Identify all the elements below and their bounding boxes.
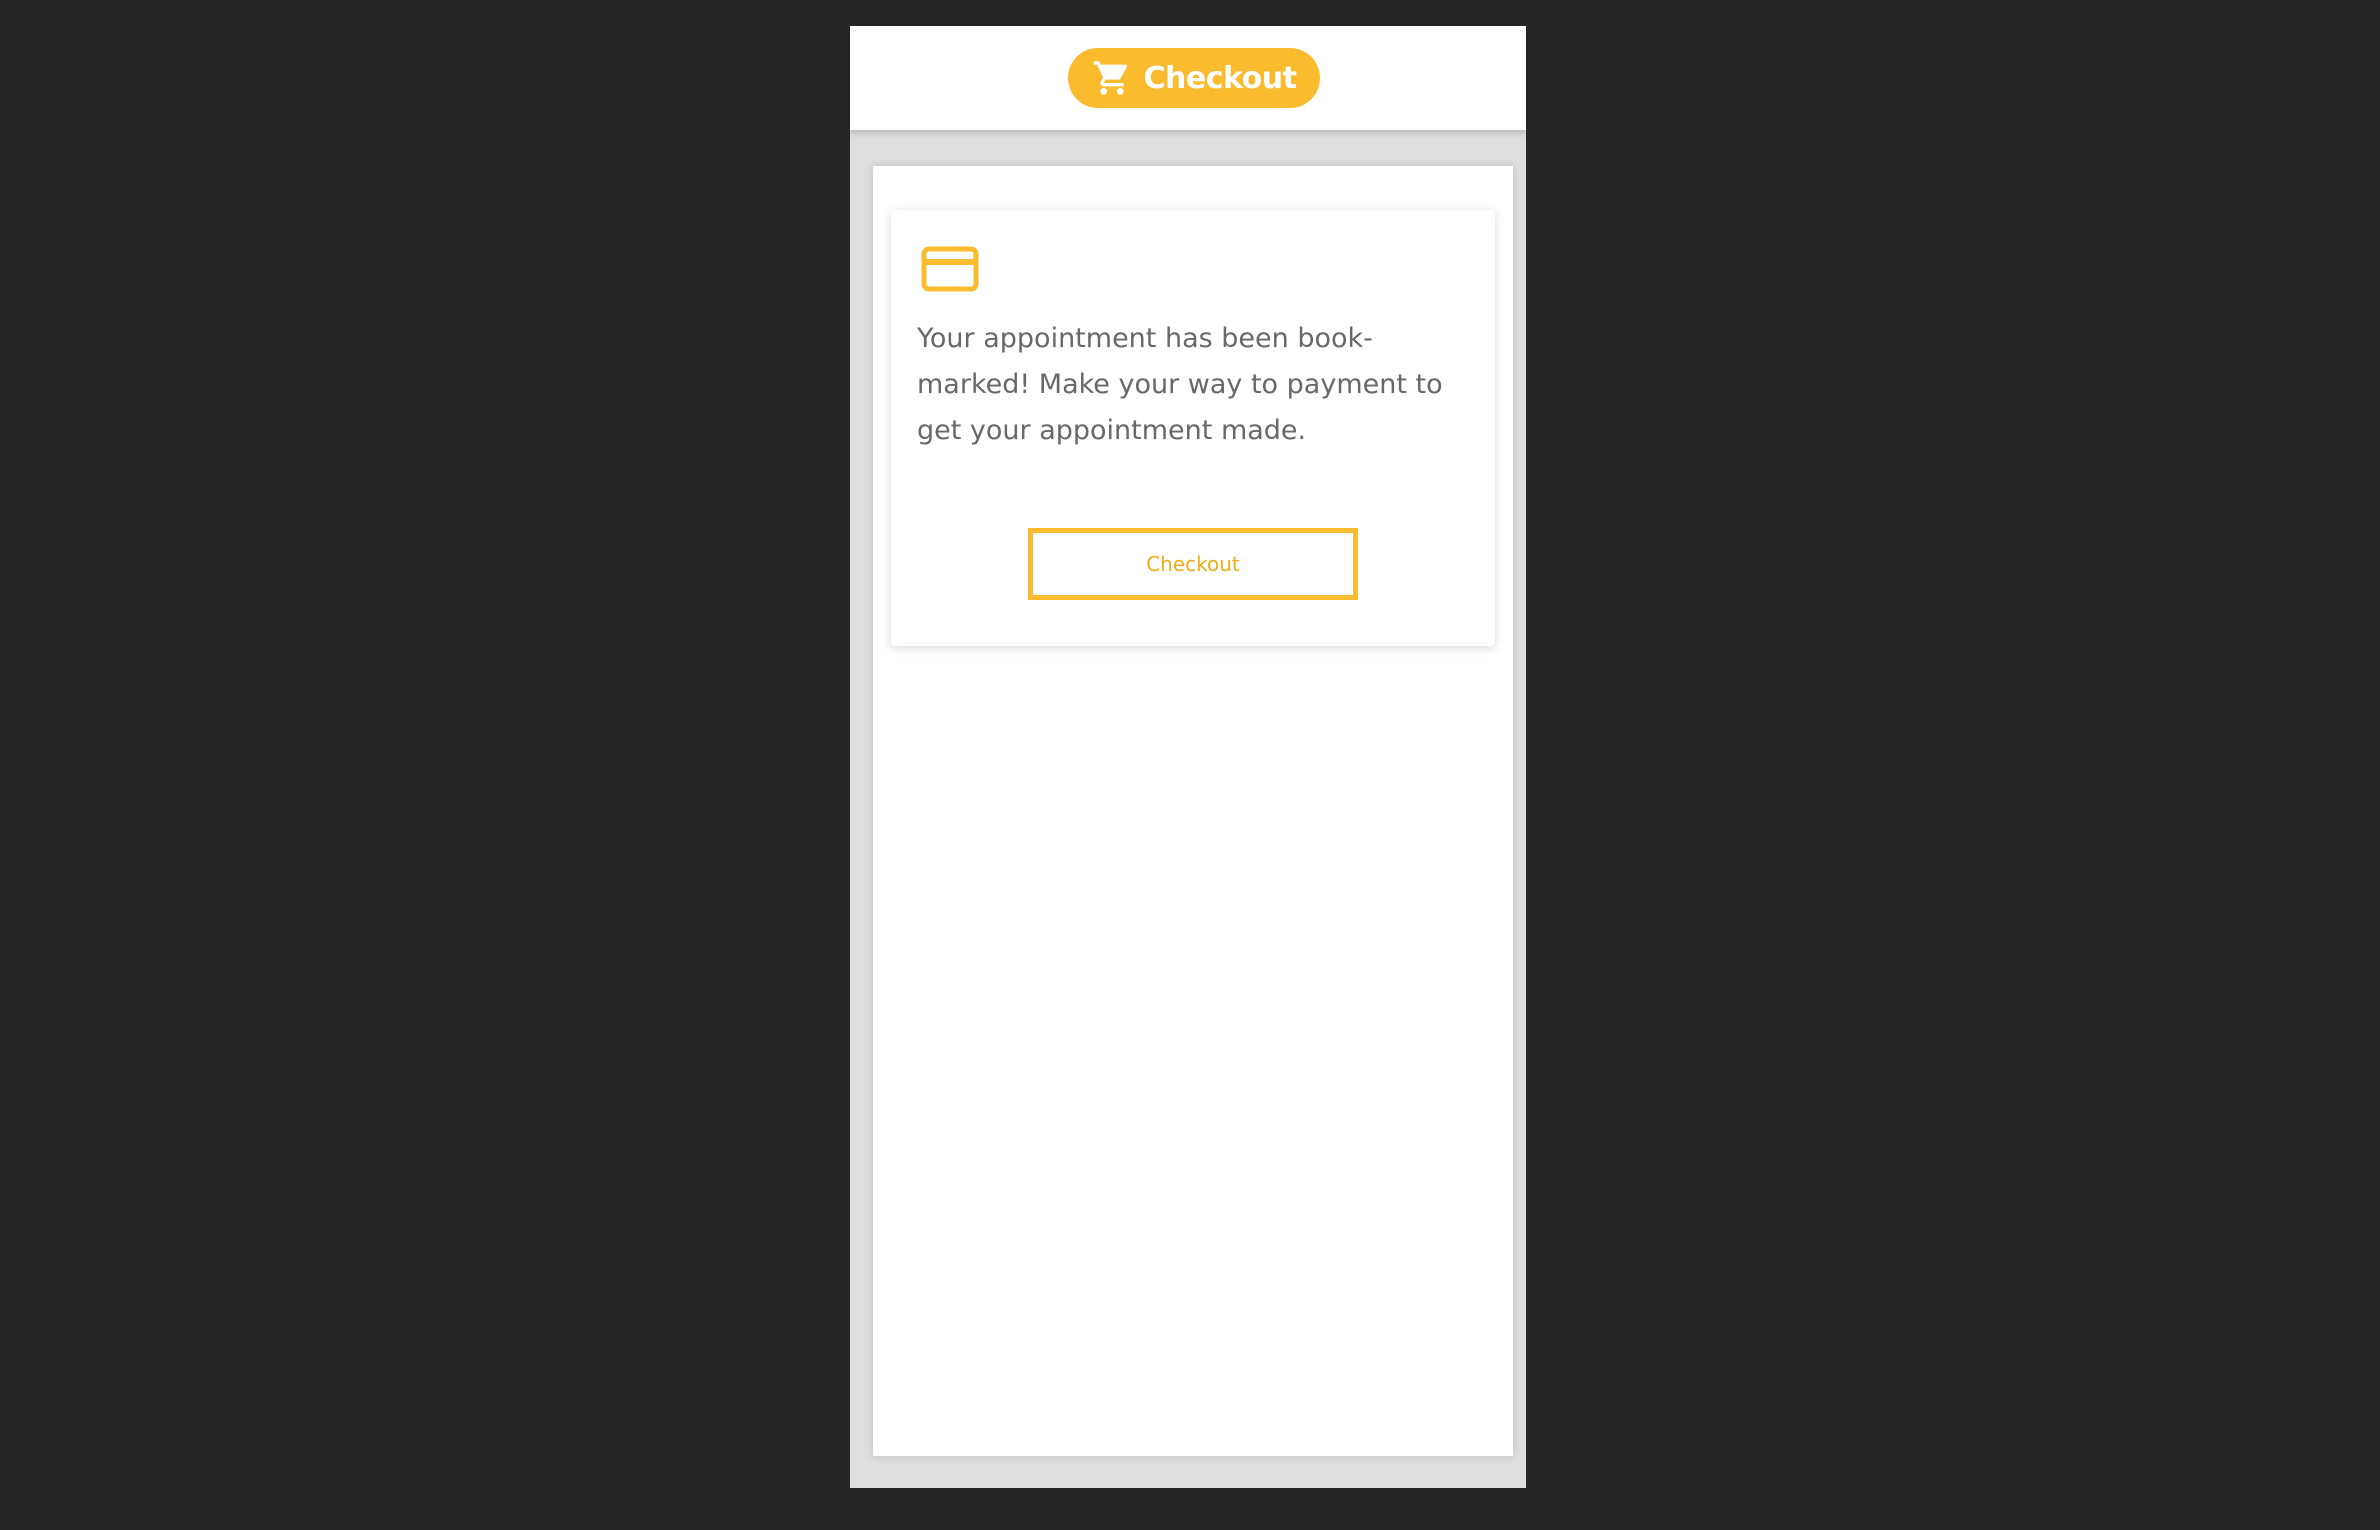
content-sheet: Your appointment has been book-marked! M… — [873, 166, 1513, 1456]
app-header: Checkout — [850, 26, 1526, 130]
header-title: Checkout — [1143, 60, 1297, 96]
credit-card-icon — [921, 246, 979, 292]
checkout-button[interactable]: Checkout — [1028, 528, 1358, 600]
checkout-card: Your appointment has been book-marked! M… — [891, 210, 1495, 646]
checkout-header-button[interactable]: Checkout — [1068, 48, 1320, 108]
shopping-cart-icon — [1093, 61, 1127, 95]
app-viewport: Checkout Your appointment has been book-… — [850, 26, 1526, 1488]
card-message: Your appointment has been book-marked! M… — [917, 323, 1443, 446]
